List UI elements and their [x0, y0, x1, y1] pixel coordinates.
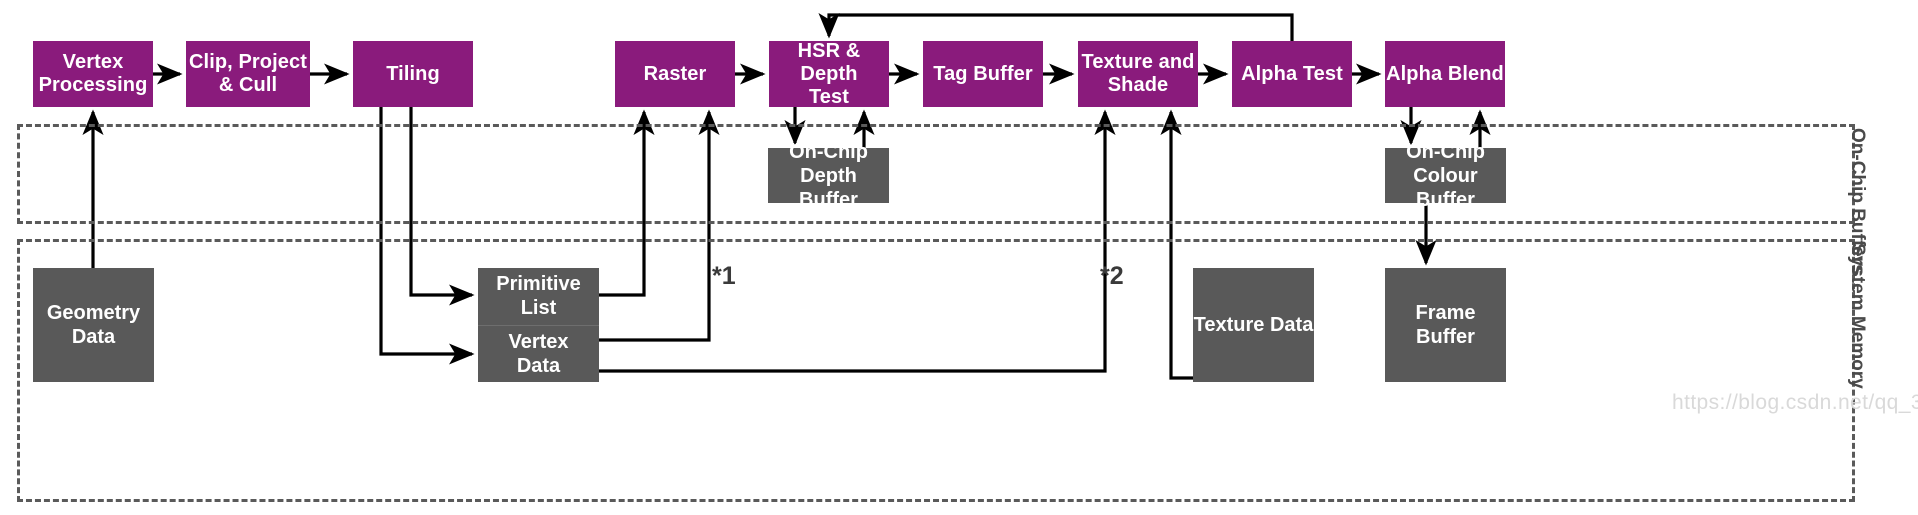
stage-vertex-processing[interactable]: Vertex Processing	[33, 41, 153, 107]
stage-hsr-depth-test[interactable]: HSR & Depth Test	[769, 40, 889, 108]
region-system-memory	[17, 239, 1855, 502]
watermark-text: https://blog.csdn.net/qq_36005498	[1672, 391, 1918, 414]
memory-geometry-data[interactable]: Geometry Data	[33, 268, 154, 382]
footnote-marker-2: *2	[1100, 262, 1124, 290]
stage-alpha-blend[interactable]: Alpha Blend	[1385, 41, 1505, 107]
label-system-memory-region: System Memory	[1847, 243, 1868, 389]
footnote-marker-1: *1	[712, 262, 736, 290]
memory-frame-buffer[interactable]: Frame Buffer	[1385, 268, 1506, 382]
memory-primitive-list[interactable]: Primitive List	[478, 268, 599, 325]
stage-alpha-test[interactable]: Alpha Test	[1232, 41, 1352, 107]
buffer-on-chip-depth-buffer[interactable]: On-Chip Depth Buffer	[768, 141, 889, 211]
buffer-on-chip-colour-buffer[interactable]: On-Chip Colour Buffer	[1385, 141, 1506, 211]
arrow-alpha-test-feedback-to-hsr	[818, 12, 1294, 41]
stage-tiling[interactable]: Tiling	[353, 41, 473, 107]
region-on-chip-buffers	[17, 124, 1855, 224]
stage-tag-buffer[interactable]: Tag Buffer	[923, 41, 1043, 107]
diagram-canvas: Vertex Processing Clip, Project & Cull Til…	[0, 0, 1918, 515]
stage-raster[interactable]: Raster	[615, 41, 735, 107]
memory-tile-store[interactable]: Primitive List Vertex Data	[478, 268, 599, 382]
memory-texture-data[interactable]: Texture Data	[1193, 268, 1314, 382]
stage-clip-project-cull[interactable]: Clip, Project & Cull	[186, 41, 310, 107]
memory-vertex-data[interactable]: Vertex Data	[478, 326, 599, 383]
stage-texture-and-shade[interactable]: Texture and Shade	[1078, 41, 1198, 107]
